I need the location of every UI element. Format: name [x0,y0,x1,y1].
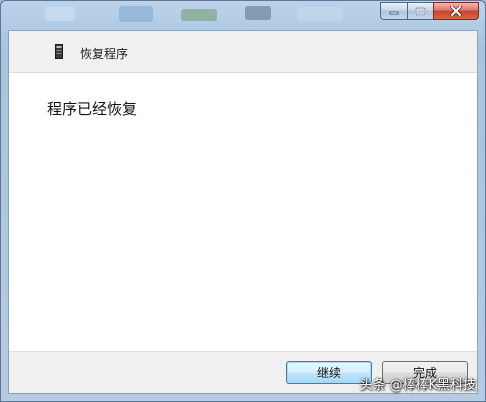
dialog-title: 恢复程序 [80,47,129,61]
blurred-background [245,6,271,20]
dialog-header: 恢复程序 [9,31,477,73]
close-button[interactable] [433,2,479,20]
blurred-background [45,7,75,21]
minimize-button[interactable] [380,2,407,20]
caption-buttons [380,2,479,20]
dialog-client-area: 恢复程序 程序已经恢复 继续 完成 [8,30,478,394]
watermark-text: 头条 @棒棒K黑科技 [359,378,476,393]
close-icon [450,6,462,16]
window-frame: 恢复程序 程序已经恢复 继续 完成 [0,0,486,402]
blurred-background [297,7,343,21]
minimize-icon [389,11,399,15]
program-icon [55,44,63,59]
maximize-button[interactable] [407,2,433,20]
status-message: 程序已经恢复 [47,100,138,118]
maximize-icon [415,6,426,16]
blurred-background [181,9,217,21]
blurred-background [119,6,153,22]
